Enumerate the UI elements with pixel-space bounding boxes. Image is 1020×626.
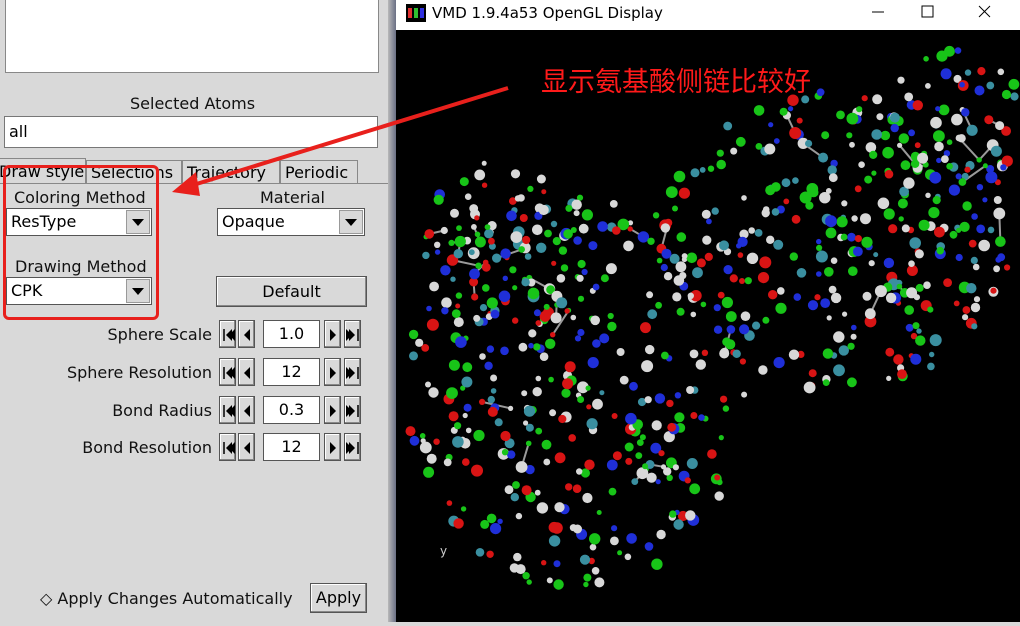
double-left-icon bbox=[223, 329, 235, 341]
fast-increment-button[interactable] bbox=[344, 433, 361, 461]
diamond-checkbox-icon: ◇ bbox=[40, 589, 53, 608]
fast-decrement-button[interactable] bbox=[219, 358, 236, 386]
param-value-input[interactable]: 0.3 bbox=[263, 396, 320, 424]
fast-decrement-button[interactable] bbox=[219, 396, 236, 424]
material-select[interactable]: Opaque bbox=[217, 208, 365, 236]
increment-button[interactable] bbox=[324, 358, 341, 386]
apply-auto-checkbox[interactable]: ◇ Apply Changes Automatically bbox=[40, 589, 293, 608]
material-label: Material bbox=[260, 188, 325, 207]
annotation-highlight-box bbox=[3, 165, 159, 320]
double-left-icon bbox=[223, 367, 235, 379]
selected-atoms-label: Selected Atoms bbox=[130, 94, 256, 113]
maximize-icon bbox=[921, 5, 934, 18]
window-title: VMD 1.9.4a53 OpenGL Display bbox=[432, 4, 663, 22]
material-value: Opaque bbox=[222, 212, 285, 231]
param-value-input[interactable]: 12 bbox=[263, 433, 320, 461]
param-label: Sphere Scale bbox=[107, 325, 213, 344]
double-right-icon bbox=[346, 405, 359, 417]
molecule-render bbox=[405, 45, 1020, 590]
decrement-button[interactable] bbox=[238, 396, 255, 424]
right-arrow-icon bbox=[330, 329, 336, 341]
tab-periodic[interactable]: Periodic bbox=[280, 160, 358, 184]
vmd-app-icon bbox=[406, 4, 426, 22]
increment-button[interactable] bbox=[324, 433, 341, 461]
left-arrow-icon bbox=[244, 405, 250, 417]
apply-auto-label: Apply Changes Automatically bbox=[57, 589, 293, 608]
param-label: Bond Resolution bbox=[82, 438, 212, 457]
double-right-icon bbox=[346, 442, 359, 454]
double-left-icon bbox=[223, 405, 235, 417]
param-value-input[interactable]: 1.0 bbox=[263, 320, 320, 348]
increment-button[interactable] bbox=[324, 320, 341, 348]
tab-trajectory[interactable]: Trajectory bbox=[182, 160, 280, 184]
opengl-display-canvas[interactable]: y bbox=[396, 30, 1020, 622]
window-titlebar[interactable]: VMD 1.9.4a53 OpenGL Display bbox=[396, 0, 1020, 30]
right-arrow-icon bbox=[330, 405, 336, 417]
selected-atoms-input[interactable]: all bbox=[4, 116, 378, 148]
left-arrow-icon bbox=[244, 329, 250, 341]
param-value-input[interactable]: 12 bbox=[263, 358, 320, 386]
annotation-text: 显示氨基酸侧链比较好 bbox=[541, 67, 811, 98]
graphical-representations-panel: Selected Atoms all Draw style Selections… bbox=[0, 0, 390, 622]
apply-button[interactable]: Apply bbox=[310, 583, 367, 613]
double-right-icon bbox=[346, 329, 359, 341]
default-button[interactable]: Default bbox=[216, 276, 367, 307]
decrement-button[interactable] bbox=[238, 433, 255, 461]
left-arrow-icon bbox=[244, 442, 250, 454]
close-button[interactable] bbox=[959, 0, 1009, 30]
axis-label: y bbox=[440, 544, 448, 558]
fast-increment-button[interactable] bbox=[344, 358, 361, 386]
fast-decrement-button[interactable] bbox=[219, 320, 236, 348]
param-label: Sphere Resolution bbox=[66, 363, 212, 382]
decrement-button[interactable] bbox=[238, 320, 255, 348]
right-arrow-icon bbox=[330, 367, 336, 379]
representations-list[interactable] bbox=[5, 0, 379, 73]
panel-edge bbox=[388, 0, 396, 622]
left-arrow-icon bbox=[244, 367, 250, 379]
fast-decrement-button[interactable] bbox=[219, 433, 236, 461]
fast-increment-button[interactable] bbox=[344, 320, 361, 348]
close-icon bbox=[978, 5, 991, 18]
fast-increment-button[interactable] bbox=[344, 396, 361, 424]
right-arrow-icon bbox=[330, 442, 336, 454]
chevron-down-icon bbox=[339, 210, 363, 234]
param-label: Bond Radius bbox=[112, 401, 212, 420]
maximize-button[interactable] bbox=[903, 0, 953, 30]
double-right-icon bbox=[346, 367, 359, 379]
double-left-icon bbox=[223, 442, 235, 454]
increment-button[interactable] bbox=[324, 396, 341, 424]
minimize-icon bbox=[872, 11, 884, 13]
minimize-button[interactable] bbox=[853, 0, 903, 30]
decrement-button[interactable] bbox=[238, 358, 255, 386]
